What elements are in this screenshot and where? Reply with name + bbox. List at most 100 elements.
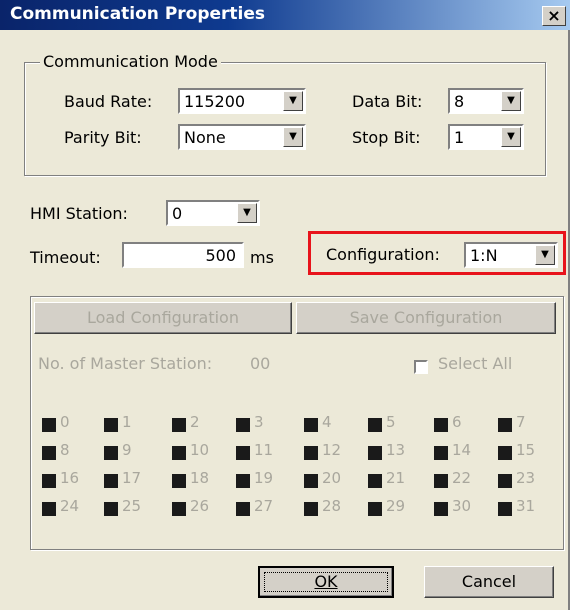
hmi-station-label: HMI Station: xyxy=(30,204,128,223)
station-checkbox[interactable] xyxy=(236,474,250,488)
station-checkbox[interactable] xyxy=(304,502,318,516)
station-label: 24 xyxy=(60,497,80,515)
station-checkbox[interactable] xyxy=(42,418,56,432)
timeout-unit: ms xyxy=(250,248,274,267)
station-checkbox[interactable] xyxy=(368,502,382,516)
station-checkbox[interactable] xyxy=(434,474,448,488)
station-checkbox[interactable] xyxy=(104,446,118,460)
station-label: 27 xyxy=(254,497,274,515)
configuration-select[interactable]: 1:N ▼ xyxy=(464,242,558,268)
station-label: 15 xyxy=(516,441,536,459)
baud-rate-label: Baud Rate: xyxy=(64,92,153,111)
station-label: 9 xyxy=(122,441,132,459)
station-checkbox[interactable] xyxy=(236,502,250,516)
station-label: 3 xyxy=(254,413,264,431)
ok-button[interactable]: OK xyxy=(258,566,394,598)
station-checkbox[interactable] xyxy=(368,446,382,460)
station-label: 2 xyxy=(190,413,200,431)
station-label: 20 xyxy=(322,469,342,487)
focus-rectangle xyxy=(264,572,388,592)
hmi-station-value: 0 xyxy=(172,204,183,223)
station-checkbox[interactable] xyxy=(434,446,448,460)
station-checkbox[interactable] xyxy=(42,502,56,516)
station-label: 7 xyxy=(516,413,526,431)
baud-rate-value: 115200 xyxy=(184,92,246,111)
station-checkbox[interactable] xyxy=(236,418,250,432)
data-bit-label: Data Bit: xyxy=(352,92,423,111)
station-label: 4 xyxy=(322,413,332,431)
station-label: 30 xyxy=(452,497,472,515)
station-label: 5 xyxy=(386,413,396,431)
baud-rate-select[interactable]: 115200 ▼ xyxy=(178,88,306,114)
timeout-value: 500 xyxy=(205,246,236,265)
station-label: 31 xyxy=(516,497,536,515)
station-label: 8 xyxy=(60,441,70,459)
parity-bit-label: Parity Bit: xyxy=(64,128,142,147)
station-checkbox[interactable] xyxy=(304,474,318,488)
station-checkbox[interactable] xyxy=(236,446,250,460)
station-checkbox[interactable] xyxy=(42,474,56,488)
station-checkbox[interactable] xyxy=(434,418,448,432)
configuration-label: Configuration: xyxy=(326,245,440,264)
station-checkbox[interactable] xyxy=(104,474,118,488)
chevron-down-icon[interactable]: ▼ xyxy=(283,91,303,111)
timeout-input[interactable]: 500 xyxy=(122,242,244,268)
window-title: Communication Properties xyxy=(10,4,266,24)
station-label: 18 xyxy=(190,469,210,487)
stop-bit-select[interactable]: 1 ▼ xyxy=(448,124,524,150)
station-checkbox[interactable] xyxy=(304,446,318,460)
cancel-button[interactable]: Cancel xyxy=(424,566,554,598)
station-label: 28 xyxy=(322,497,342,515)
parity-bit-value: None xyxy=(184,128,226,147)
station-checkbox[interactable] xyxy=(42,446,56,460)
parity-bit-select[interactable]: None ▼ xyxy=(178,124,306,150)
station-checkbox[interactable] xyxy=(368,474,382,488)
chevron-down-icon[interactable]: ▼ xyxy=(535,245,555,265)
save-configuration-button[interactable]: Save Configuration xyxy=(296,302,556,334)
communication-mode-group xyxy=(24,62,546,176)
station-checkbox[interactable] xyxy=(498,418,512,432)
configuration-value: 1:N xyxy=(470,246,498,265)
station-label: 25 xyxy=(122,497,142,515)
station-label: 6 xyxy=(452,413,462,431)
close-icon: × xyxy=(547,6,561,25)
communication-mode-legend: Communication Mode xyxy=(40,52,221,71)
data-bit-select[interactable]: 8 ▼ xyxy=(448,88,524,114)
station-label: 16 xyxy=(60,469,80,487)
station-label: 21 xyxy=(386,469,406,487)
data-bit-value: 8 xyxy=(454,92,465,111)
station-checkbox[interactable] xyxy=(172,418,186,432)
stop-bit-label: Stop Bit: xyxy=(352,128,421,147)
stop-bit-value: 1 xyxy=(454,128,465,147)
station-label: 1 xyxy=(122,413,132,431)
chevron-down-icon[interactable]: ▼ xyxy=(501,91,521,111)
station-label: 13 xyxy=(386,441,406,459)
station-checkbox[interactable] xyxy=(498,502,512,516)
station-checkbox[interactable] xyxy=(498,446,512,460)
station-checkbox[interactable] xyxy=(304,418,318,432)
station-label: 0 xyxy=(60,413,70,431)
load-configuration-button[interactable]: Load Configuration xyxy=(34,302,292,334)
hmi-station-select[interactable]: 0 ▼ xyxy=(166,200,260,226)
station-checkbox[interactable] xyxy=(368,418,382,432)
station-checkbox[interactable] xyxy=(172,474,186,488)
title-bar[interactable]: Communication Properties × xyxy=(0,0,570,30)
select-all-checkbox[interactable] xyxy=(414,360,428,374)
station-label: 29 xyxy=(386,497,406,515)
station-label: 22 xyxy=(452,469,472,487)
chevron-down-icon[interactable]: ▼ xyxy=(237,203,257,223)
station-label: 19 xyxy=(254,469,274,487)
station-checkbox[interactable] xyxy=(104,418,118,432)
station-label: 26 xyxy=(190,497,210,515)
station-label: 11 xyxy=(254,441,274,459)
chevron-down-icon[interactable]: ▼ xyxy=(283,127,303,147)
station-checkbox[interactable] xyxy=(172,502,186,516)
station-checkbox[interactable] xyxy=(434,502,448,516)
station-checkbox[interactable] xyxy=(104,502,118,516)
station-label: 14 xyxy=(452,441,472,459)
station-checkbox[interactable] xyxy=(498,474,512,488)
close-button[interactable]: × xyxy=(542,6,566,26)
chevron-down-icon[interactable]: ▼ xyxy=(501,127,521,147)
station-checkbox[interactable] xyxy=(172,446,186,460)
station-label: 23 xyxy=(516,469,536,487)
